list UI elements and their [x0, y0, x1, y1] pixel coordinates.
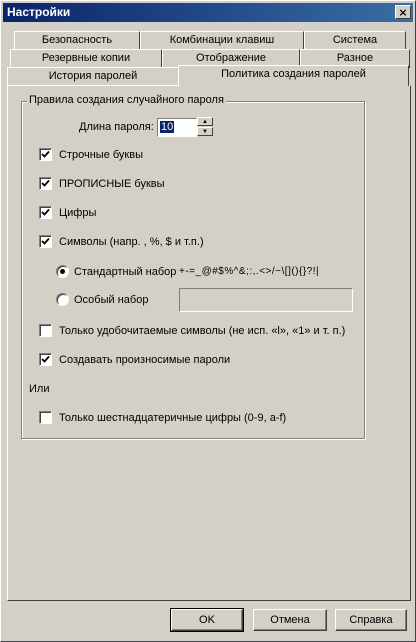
tab-system[interactable]: Система	[304, 31, 406, 50]
length-label: Длина пароля:	[79, 121, 154, 133]
tab-hotkeys[interactable]: Комбинации клавиш	[140, 31, 304, 50]
custom-set-label[interactable]: Особый набор	[74, 294, 148, 306]
standard-set-chars: +-=_@#$%^&;:,.<>/~\[](){}?!|	[179, 266, 320, 277]
custom-set-field[interactable]	[179, 288, 353, 312]
title-bar[interactable]: Настройки ×	[3, 3, 413, 22]
uppercase-checkbox[interactable]	[39, 177, 52, 190]
lowercase-checkbox[interactable]	[39, 148, 52, 161]
uppercase-label[interactable]: ПРОПИСНЫЕ буквы	[59, 178, 165, 190]
check-icon	[41, 208, 50, 216]
custom-set-radio[interactable]	[56, 293, 69, 306]
pronounceable-label[interactable]: Создавать произносимые пароли	[59, 354, 230, 366]
ok-button[interactable]: OK	[170, 608, 244, 632]
help-button[interactable]: Справка	[335, 609, 407, 631]
tab-security[interactable]: Безопасность	[14, 31, 140, 50]
lowercase-label[interactable]: Строчные буквы	[59, 149, 143, 161]
length-down-button[interactable]: ▼	[197, 127, 213, 136]
check-icon	[41, 150, 50, 158]
hex-only-label[interactable]: Только шестнадцатеричные цифры (0-9, a-f…	[59, 412, 286, 424]
tab-backups[interactable]: Резервные копии	[10, 49, 162, 68]
check-icon	[41, 179, 50, 187]
tab-password-history[interactable]: История паролей	[7, 67, 179, 86]
or-label: Или	[29, 383, 50, 395]
readable-only-label[interactable]: Только удобочитаемые символы (не исп. «l…	[59, 325, 345, 337]
window-title: Настройки	[7, 5, 71, 19]
digits-label[interactable]: Цифры	[59, 207, 96, 219]
standard-set-label[interactable]: Стандартный набор	[74, 266, 176, 278]
symbols-label[interactable]: Символы (напр. , %, $ и т.п.)	[59, 236, 204, 248]
pronounceable-checkbox[interactable]	[39, 353, 52, 366]
readable-only-checkbox[interactable]	[39, 324, 52, 337]
group-title: Правила создания случайного пароля	[27, 94, 226, 106]
radio-dot	[60, 269, 65, 274]
check-icon	[41, 355, 50, 363]
length-up-button[interactable]: ▲	[197, 117, 213, 126]
digits-checkbox[interactable]	[39, 206, 52, 219]
length-input[interactable]: 10	[157, 118, 197, 137]
cancel-button[interactable]: Отмена	[253, 609, 327, 631]
check-icon	[41, 237, 50, 245]
standard-set-radio[interactable]	[56, 265, 69, 278]
settings-window: Настройки × Безопасность Комбинации клав…	[0, 0, 416, 642]
hex-only-checkbox[interactable]	[39, 411, 52, 424]
tab-password-policy[interactable]: Политика создания паролей	[178, 65, 409, 86]
symbols-checkbox[interactable]	[39, 235, 52, 248]
length-value: 10	[160, 121, 175, 133]
close-button[interactable]: ×	[395, 5, 411, 19]
